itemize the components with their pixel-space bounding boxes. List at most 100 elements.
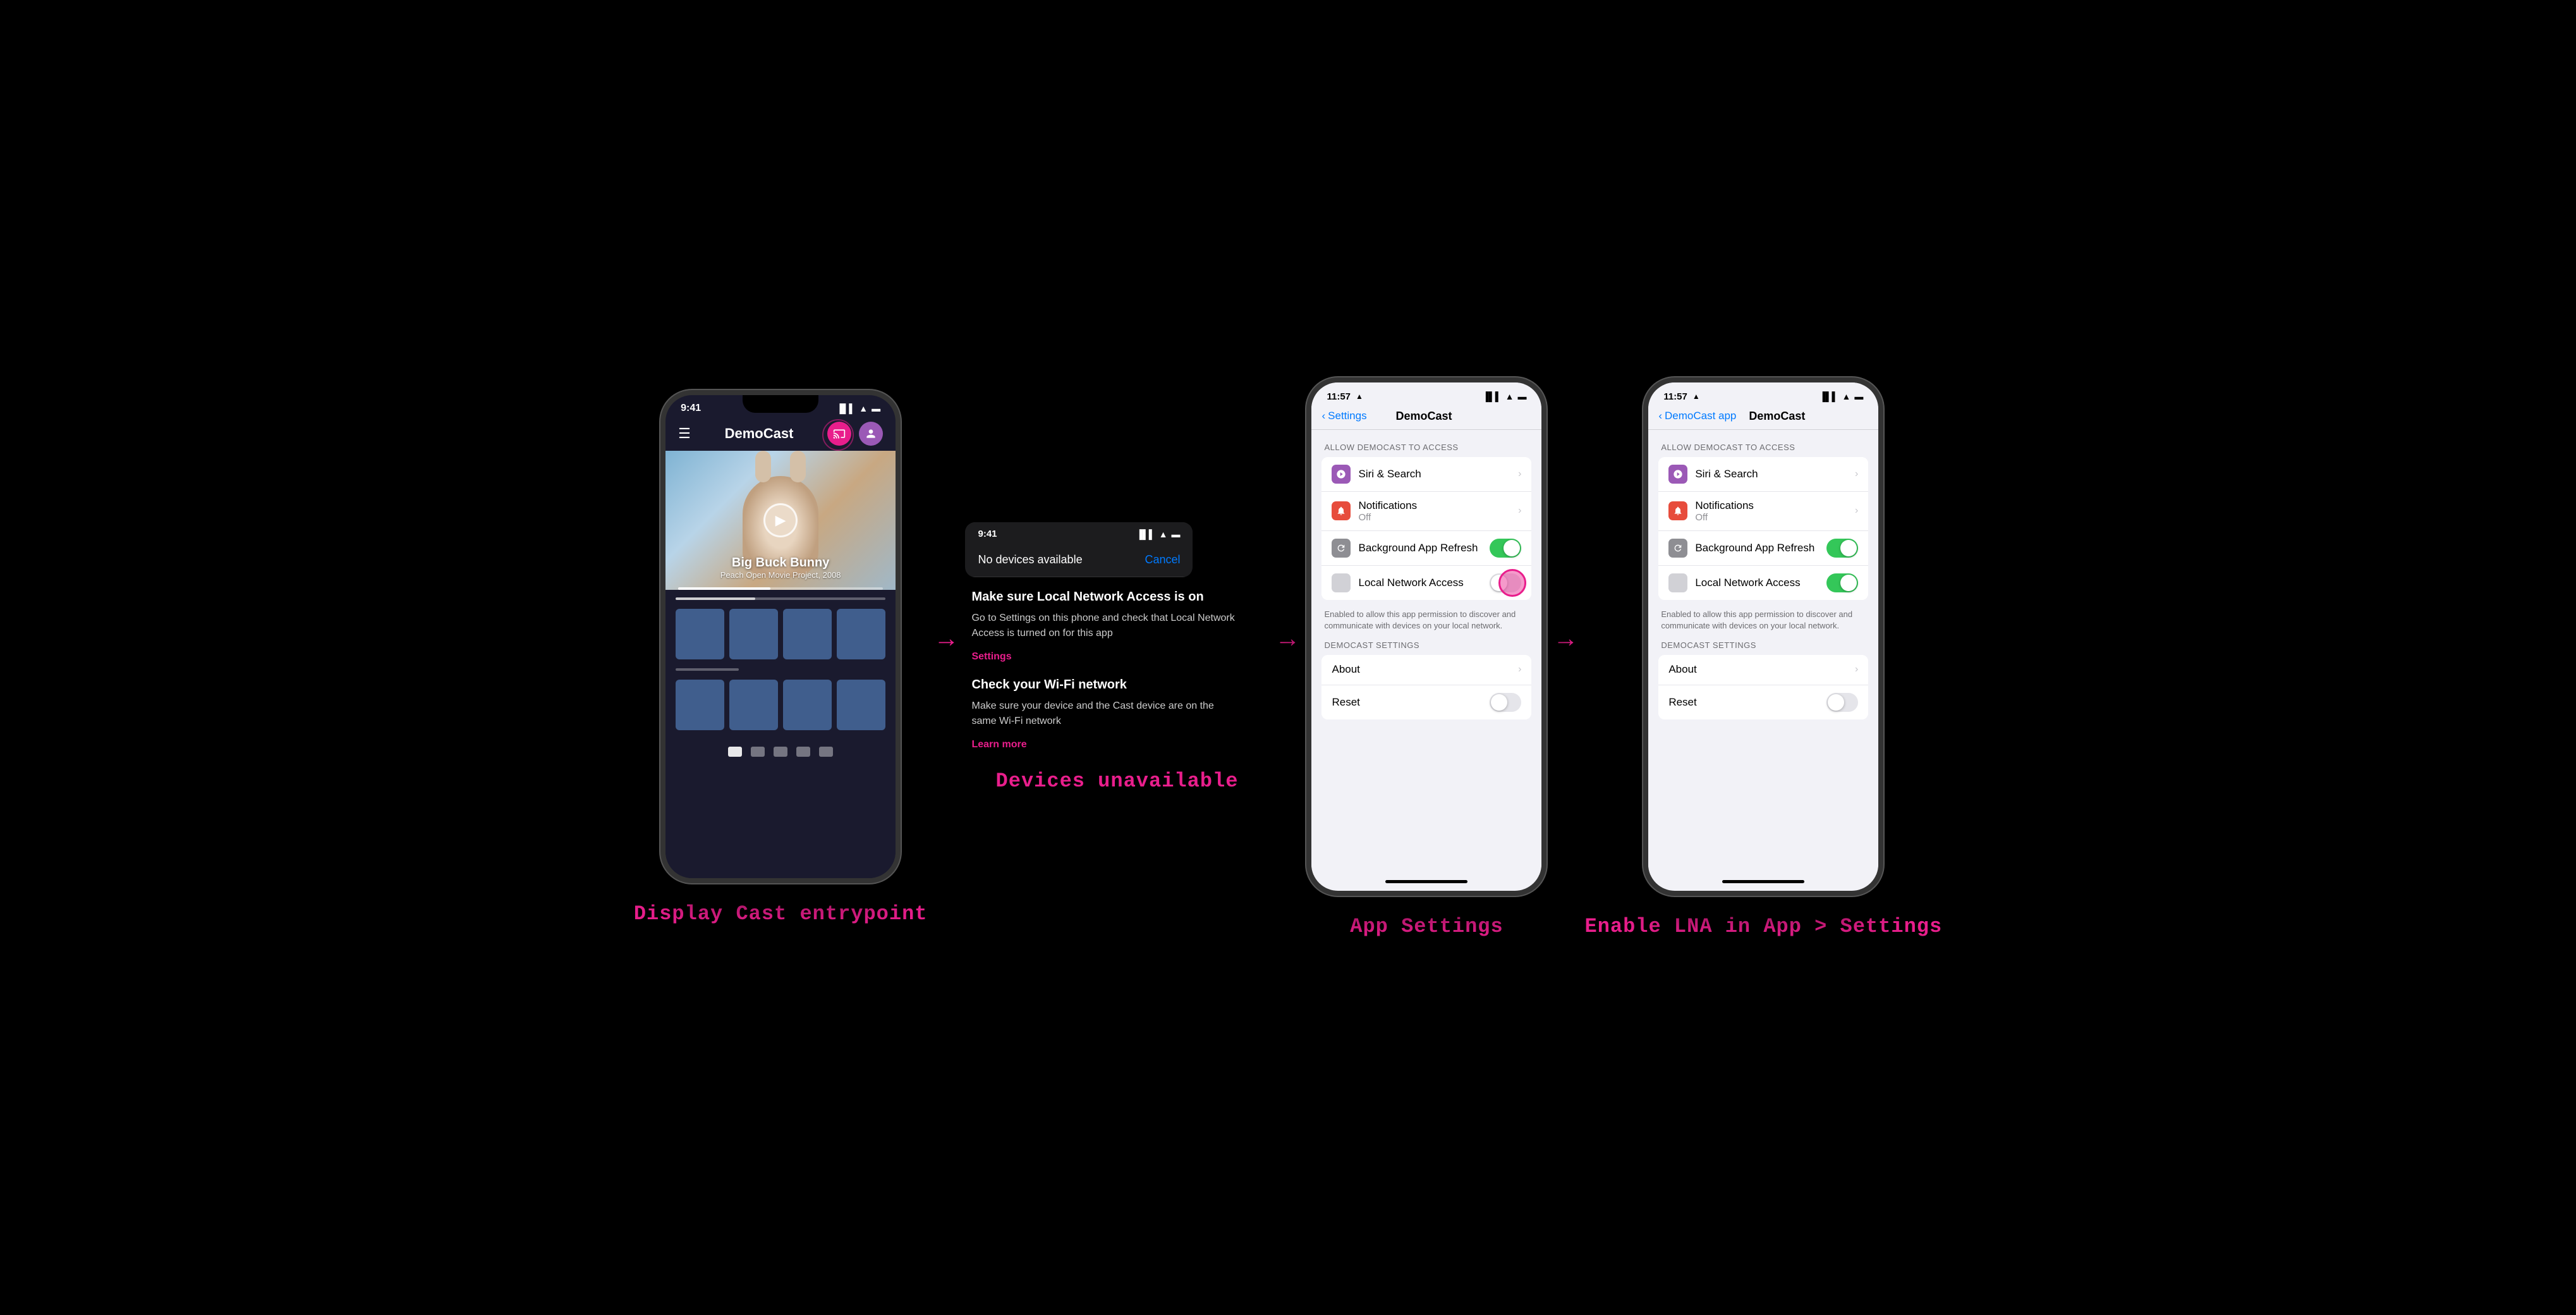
d-signal-icon: ▐▌▌	[1136, 529, 1155, 539]
ios-row-reset-3[interactable]: Reset	[1321, 685, 1531, 719]
ios-row-lna-3[interactable]: Local Network Access	[1321, 566, 1531, 600]
lna-icon-4	[1668, 573, 1687, 592]
ios-content-3: ALLOW DEMOCAST TO ACCESS Siri & Search ›	[1311, 430, 1541, 875]
ios-section-settings-label-3: DEMOCAST SETTINGS	[1311, 640, 1541, 655]
siri-svg	[1336, 469, 1346, 479]
ios-row-reset-4[interactable]: Reset	[1658, 685, 1868, 719]
status-time-1: 9:41	[681, 403, 701, 414]
hero-title: Big Buck Bunny	[665, 556, 896, 570]
ios-phone-3: 11:57 ▲ ▐▌▌ ▲ ▬ ‹ Settings DemoCast ALLO…	[1306, 377, 1546, 896]
d-battery-icon: ▬	[1171, 529, 1180, 539]
cast-button[interactable]	[827, 422, 851, 446]
devices-popup: 9:41 ▐▌▌ ▲ ▬ No devices available Cancel	[965, 522, 1193, 577]
instruction-1: Make sure Local Network Access is on Go …	[971, 590, 1237, 663]
thumb-5	[676, 680, 724, 730]
page-dots	[676, 739, 885, 764]
dot-3	[774, 747, 787, 757]
ios-row-about-3[interactable]: About ›	[1321, 655, 1531, 685]
thumb-7	[783, 680, 832, 730]
notif-label-4: Notifications	[1695, 499, 1855, 512]
devices-status-icons: ▐▌▌ ▲ ▬	[1136, 529, 1181, 539]
section-2: 9:41 ▐▌▌ ▲ ▬ No devices available Cancel…	[965, 522, 1268, 793]
reset-toggle-knob-4	[1828, 694, 1844, 711]
ios-back-btn-4[interactable]: ‹ DemoCast app	[1658, 410, 1736, 422]
bg-label-4: Background App Refresh	[1695, 542, 1826, 554]
ios-row-background-3[interactable]: Background App Refresh	[1321, 531, 1531, 566]
no-devices-label: No devices available	[978, 553, 1082, 566]
lna-toggle-knob-3	[1491, 575, 1507, 591]
ios-row-siri-4[interactable]: Siri & Search ›	[1658, 457, 1868, 492]
ios-row-notifications-3[interactable]: Notifications Off ›	[1321, 492, 1531, 531]
siri-icon-4	[1668, 465, 1687, 484]
ios-nav-title-3: DemoCast	[1396, 410, 1452, 423]
ios-status-bar-4: 11:57 ▲ ▐▌▌ ▲ ▬	[1648, 382, 1878, 406]
settings-link[interactable]: Settings	[971, 651, 1237, 663]
lna-toggle-4[interactable]	[1826, 573, 1858, 592]
ios-signal-4: ▐▌▌	[1820, 391, 1838, 401]
background-toggle-knob-4	[1840, 540, 1857, 556]
ios-row-lna-4[interactable]: Local Network Access	[1658, 566, 1868, 600]
notif-sub-3: Off	[1358, 512, 1518, 523]
notif-svg-4	[1673, 506, 1683, 516]
ios-row-background-4[interactable]: Background App Refresh	[1658, 531, 1868, 566]
about-label-4: About	[1668, 663, 1855, 676]
phone-notch-1	[743, 395, 818, 413]
section-4: 11:57 ▲ ▐▌▌ ▲ ▬ ‹ DemoCast app DemoCast …	[1584, 377, 1942, 938]
ios-nav-title-4: DemoCast	[1749, 410, 1805, 423]
about-chevron-3: ›	[1518, 664, 1521, 675]
hero-title-block: Big Buck Bunny Peach Open Movie Project,…	[665, 556, 896, 580]
profile-button[interactable]	[859, 422, 883, 446]
main-layout: 9:41 ▐▌▌ ▲ ▬ ☰ DemoCast	[38, 25, 2538, 1290]
progress-segment	[676, 597, 755, 600]
lna-label-3: Local Network Access	[1358, 577, 1490, 589]
signal-icon: ▐▌▌	[837, 403, 856, 413]
siri-chevron-4: ›	[1855, 468, 1858, 480]
learn-more-link[interactable]: Learn more	[971, 739, 1237, 750]
background-toggle-4[interactable]	[1826, 539, 1858, 558]
reset-toggle-4[interactable]	[1826, 693, 1858, 712]
caption-2: Devices unavailable	[996, 769, 1239, 793]
ios-back-chevron-4: ‹	[1658, 410, 1662, 422]
background-toggle-3[interactable]	[1490, 539, 1521, 558]
arrow-3-icon: →	[1553, 625, 1578, 653]
ios-battery-4: ▬	[1854, 391, 1863, 401]
ios-status-left-3: 11:57 ▲	[1327, 391, 1363, 402]
ios-nav-bar-3: ‹ Settings DemoCast	[1311, 406, 1541, 430]
ios-section-label-allow-3: ALLOW DEMOCAST TO ACCESS	[1311, 443, 1541, 457]
hamburger-icon[interactable]: ☰	[678, 425, 691, 442]
notif-chevron-3: ›	[1518, 505, 1521, 517]
ios-back-chevron-3: ‹	[1321, 410, 1325, 422]
lna-icon-3	[1332, 573, 1351, 592]
ios-back-btn-3[interactable]: ‹ Settings	[1321, 410, 1366, 422]
instruction-1-title: Make sure Local Network Access is on	[971, 590, 1237, 604]
bg-svg-4	[1673, 543, 1683, 553]
phone-hero: ▶ Big Buck Bunny Peach Open Movie Projec…	[665, 451, 896, 590]
background-icon-4	[1668, 539, 1687, 558]
ios-back-label-4: DemoCast app	[1665, 410, 1736, 422]
background-toggle-knob-3	[1504, 540, 1520, 556]
dot-5	[819, 747, 833, 757]
reset-toggle-knob-3	[1491, 694, 1507, 711]
arrow-1-container: →	[927, 625, 965, 653]
lna-toggle-3[interactable]	[1490, 573, 1521, 592]
caption-1: Display Cast entrypoint	[634, 902, 928, 926]
arrow-1-icon: →	[933, 625, 959, 653]
reset-toggle-3[interactable]	[1490, 693, 1521, 712]
ios-row-siri-3[interactable]: Siri & Search ›	[1321, 457, 1531, 492]
ios-wifi-4: ▲	[1842, 391, 1850, 401]
ios-row-about-4[interactable]: About ›	[1658, 655, 1868, 685]
thumb-3	[783, 609, 832, 659]
bg-label-3: Background App Refresh	[1358, 542, 1490, 554]
dot-1	[728, 747, 742, 757]
arrow-2-icon: →	[1275, 625, 1300, 653]
section-label-1	[676, 668, 739, 671]
notif-chevron-4: ›	[1855, 505, 1858, 517]
ios-row-notifications-4[interactable]: Notifications Off ›	[1658, 492, 1868, 531]
devices-status-bar: 9:41 ▐▌▌ ▲ ▬	[965, 522, 1193, 543]
arrow-2-container: →	[1268, 625, 1306, 653]
hero-progress-fill	[678, 587, 770, 590]
siri-chevron-3: ›	[1518, 468, 1521, 480]
cancel-button[interactable]: Cancel	[1145, 553, 1180, 566]
thumb-1	[676, 609, 724, 659]
play-button[interactable]: ▶	[763, 503, 798, 537]
